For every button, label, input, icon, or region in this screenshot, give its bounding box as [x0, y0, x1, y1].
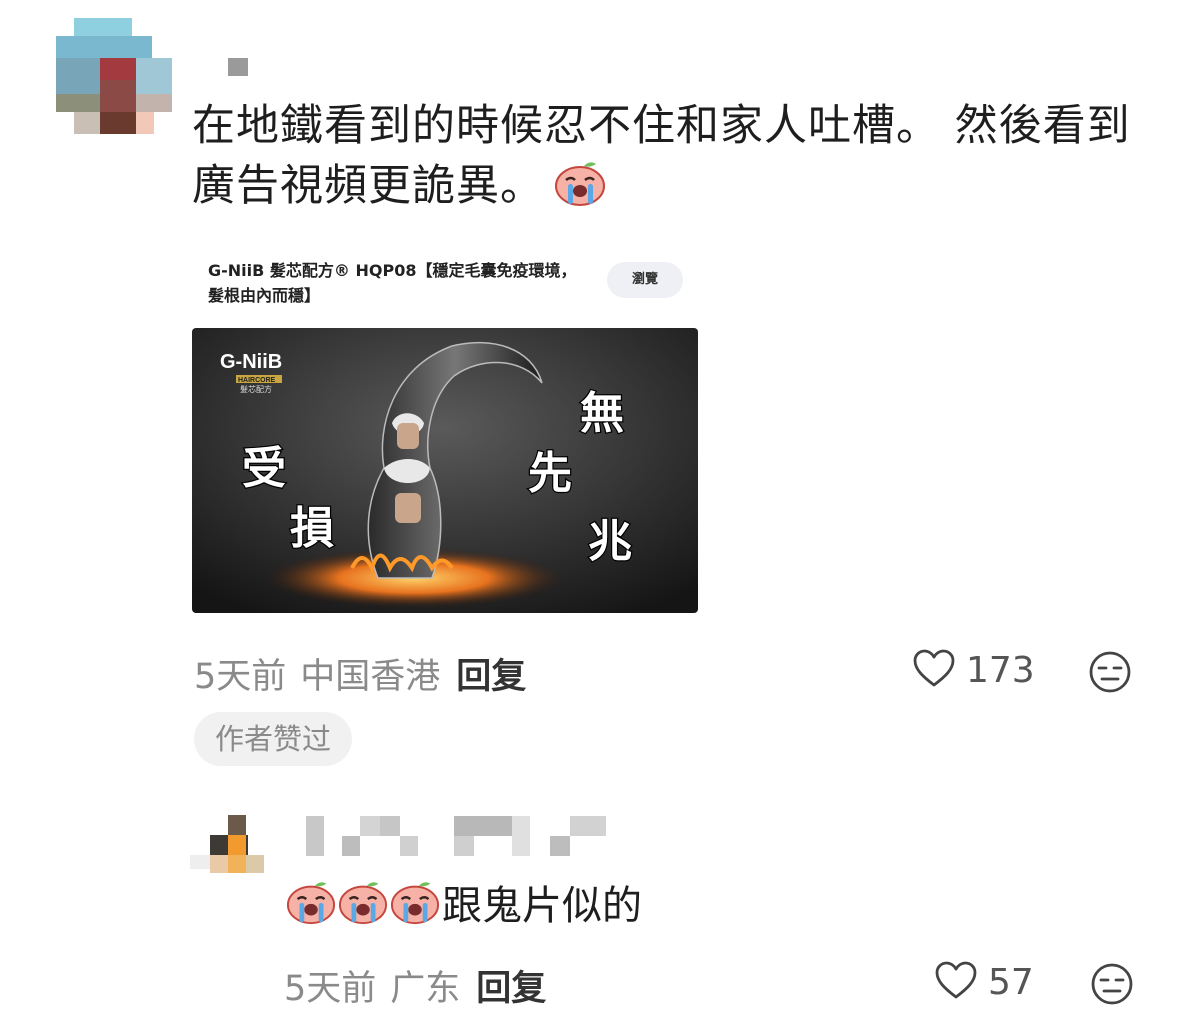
comment-location: 中国香港	[300, 657, 441, 697]
crying-peach-emoji-icon	[286, 882, 336, 925]
ad-caption-right-1: 無	[580, 388, 624, 439]
ad-illustration: G-NiiB HAIRCORE 髮芯配方 受 損 無 先 兆	[192, 328, 698, 613]
ad-title[interactable]: G-NiiB 髮芯配方® HQP08【穩定毛囊免疫環境，髮根由內而穩】	[208, 258, 588, 308]
reply-reply-button[interactable]: 回复	[476, 969, 546, 1009]
ad-caption-left-2: 損	[290, 503, 334, 554]
ad-caption-left-1: 受	[242, 443, 286, 494]
ad-caption-right-3: 兆	[588, 516, 632, 567]
crying-peach-emoji-icon	[555, 162, 605, 206]
reply-avatar[interactable]	[186, 815, 266, 875]
commenter-username-redacted[interactable]	[228, 58, 248, 76]
ad-image[interactable]: G-NiiB HAIRCORE 髮芯配方 受 損 無 先 兆	[192, 328, 698, 613]
ad-browse-button[interactable]: 瀏覽	[607, 262, 683, 298]
expressionless-face-icon[interactable]	[1088, 650, 1132, 694]
ad-brand-tag: HAIRCORE	[238, 377, 276, 384]
comment-text-line-1: 在地鐵看到的時候忍不住和家人吐槽。 然後看到	[192, 101, 1131, 151]
reply-like-button[interactable]: 57	[934, 960, 1034, 1003]
reply-location: 广东	[390, 969, 461, 1009]
comment-text: 在地鐵看到的時候忍不住和家人吐槽。 然後看到 廣告視頻更詭異。	[192, 96, 1152, 216]
commenter-avatar[interactable]	[56, 18, 176, 134]
reply-like-count: 57	[988, 962, 1034, 1003]
reply-text-body: 跟鬼片似的	[442, 883, 642, 929]
reply-meta: 5天前 广东 回复	[284, 960, 546, 1011]
comment-text-line-2-text: 廣告視頻更詭異。	[192, 161, 544, 211]
comment-text-line-2: 廣告視頻更詭異。	[192, 156, 1152, 216]
reply-text: 跟鬼片似的	[286, 878, 642, 934]
heart-outline-icon	[913, 649, 955, 687]
heart-outline-icon	[935, 961, 977, 999]
comment-time: 5天前	[194, 657, 287, 697]
comment-like-button[interactable]: 173	[912, 648, 1035, 691]
ad-brand-logo: G-NiiB	[220, 351, 282, 373]
comment-reply-button[interactable]: 回复	[456, 657, 526, 697]
comment-meta: 5天前 中国香港 回复	[194, 648, 526, 699]
comment-like-count: 173	[966, 650, 1035, 691]
ad-brand-sub: 髮芯配方	[240, 384, 272, 394]
expressionless-face-icon[interactable]	[1090, 962, 1134, 1006]
crying-peach-emoji-icon	[338, 882, 388, 925]
reply-username-redacted[interactable]	[300, 816, 610, 856]
reply-time: 5天前	[284, 969, 377, 1009]
author-liked-badge: 作者赞过	[194, 712, 352, 766]
ad-caption-right-2: 先	[528, 448, 572, 499]
crying-peach-emoji-icon	[390, 882, 440, 925]
